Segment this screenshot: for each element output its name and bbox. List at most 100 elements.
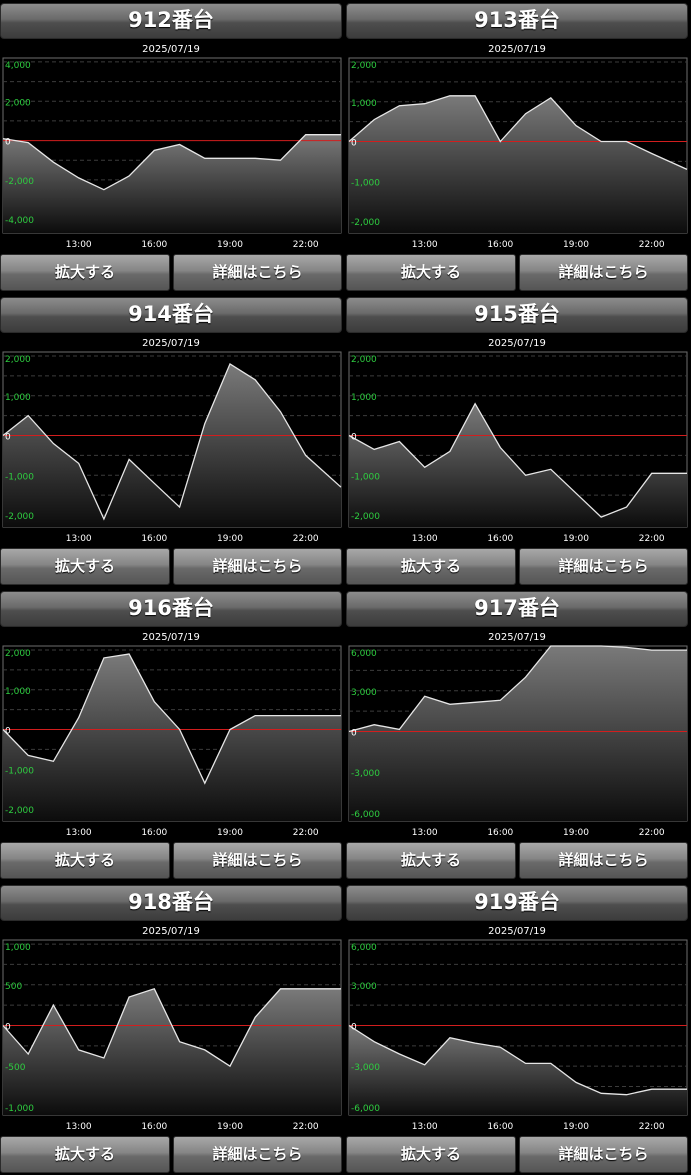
chart-date: 2025/07/19 — [488, 926, 546, 937]
machine-panel: 914番台 2025/07/19 2,000 1,000 0 -1,000 -2,000 13… — [0, 294, 342, 585]
x-tick-label: 22:00 — [293, 534, 319, 544]
detail-button[interactable]: 詳細はこちら — [173, 254, 342, 291]
machine-panel: 912番台 2025/07/19 4,000 2,000 0 -2,000 -4,000 13… — [0, 0, 342, 291]
slump-chart: 6,000 3,000 0 -3,000 -6,000 13:00 16:00 19:00 22… — [346, 644, 688, 840]
y-tick-label: 0 — [351, 433, 357, 443]
zoom-button[interactable]: 拡大する — [346, 548, 516, 585]
x-tick-label: 13:00 — [66, 534, 92, 544]
y-tick-label: -500 — [5, 1063, 26, 1073]
y-tick-label: 1,000 — [351, 99, 377, 109]
y-tick-label: 2,000 — [5, 649, 31, 659]
detail-button[interactable]: 詳細はこちら — [519, 548, 688, 585]
chart-date: 2025/07/19 — [488, 338, 546, 349]
detail-button[interactable]: 詳細はこちら — [173, 1136, 342, 1173]
x-tick-label: 13:00 — [66, 240, 92, 250]
y-tick-label: 2,000 — [5, 98, 31, 108]
zoom-button[interactable]: 拡大する — [346, 842, 516, 879]
y-tick-label: -6,000 — [351, 1104, 380, 1114]
x-tick-label: 19:00 — [563, 534, 589, 544]
y-tick-label: 0 — [351, 139, 357, 149]
zoom-button[interactable]: 拡大する — [346, 1136, 516, 1173]
x-tick-label: 19:00 — [217, 534, 243, 544]
chart-date: 2025/07/19 — [488, 44, 546, 55]
x-tick-label: 13:00 — [412, 828, 438, 838]
detail-button[interactable]: 詳細はこちら — [173, 842, 342, 879]
x-tick-label: 19:00 — [217, 240, 243, 250]
y-tick-label: 0 — [5, 433, 11, 443]
zoom-button[interactable]: 拡大する — [346, 254, 516, 291]
x-tick-label: 13:00 — [66, 828, 92, 838]
machine-title: 914番台 — [0, 297, 342, 333]
machine-panel: 915番台 2025/07/19 2,000 1,000 0 -1,000 -2,000 13… — [346, 294, 688, 585]
x-tick-label: 16:00 — [141, 828, 167, 838]
y-tick-label: 0 — [5, 727, 11, 737]
machine-title: 916番台 — [0, 591, 342, 627]
detail-button[interactable]: 詳細はこちら — [519, 1136, 688, 1173]
y-tick-label: 0 — [5, 1023, 11, 1033]
x-tick-label: 22:00 — [639, 240, 665, 250]
y-tick-label: 0 — [5, 138, 11, 148]
x-tick-label: 19:00 — [563, 240, 589, 250]
y-tick-label: -3,000 — [351, 769, 380, 779]
chart-date: 2025/07/19 — [488, 632, 546, 643]
x-tick-label: 22:00 — [293, 1122, 319, 1132]
slump-chart: 4,000 2,000 0 -2,000 -4,000 13:00 16:00 19:00 22… — [0, 56, 342, 252]
slump-chart: 2,000 1,000 0 -1,000 -2,000 13:00 16:00 19:00 22… — [0, 644, 342, 840]
slump-chart: 1,000 500 0 -500 -1,000 13:00 16:00 19:00 22:00 — [0, 938, 342, 1134]
x-tick-label: 13:00 — [412, 1122, 438, 1132]
y-tick-label: -2,000 — [5, 512, 34, 522]
machine-panel: 918番台 2025/07/19 1,000 500 0 -500 -1,000 13:00 1… — [0, 882, 342, 1173]
y-tick-label: -1,000 — [5, 766, 34, 776]
zoom-button[interactable]: 拡大する — [0, 254, 170, 291]
zoom-button[interactable]: 拡大する — [0, 548, 170, 585]
y-tick-label: -3,000 — [351, 1063, 380, 1073]
x-tick-label: 16:00 — [141, 240, 167, 250]
machine-panel: 916番台 2025/07/19 2,000 1,000 0 -1,000 -2,000 13… — [0, 588, 342, 879]
y-tick-label: -6,000 — [351, 810, 380, 820]
y-tick-label: 0 — [351, 1023, 357, 1033]
zoom-button[interactable]: 拡大する — [0, 842, 170, 879]
chart-date: 2025/07/19 — [142, 632, 200, 643]
x-tick-label: 13:00 — [412, 240, 438, 250]
detail-button[interactable]: 詳細はこちら — [519, 842, 688, 879]
y-tick-label: -1,000 — [351, 472, 380, 482]
y-tick-label: 3,000 — [351, 688, 377, 698]
x-tick-label: 19:00 — [563, 828, 589, 838]
y-tick-label: 2,000 — [351, 61, 377, 71]
y-tick-label: 4,000 — [5, 61, 31, 71]
y-tick-label: 2,000 — [351, 355, 377, 365]
y-tick-label: -1,000 — [5, 1104, 34, 1114]
x-tick-label: 22:00 — [639, 534, 665, 544]
x-tick-label: 19:00 — [217, 828, 243, 838]
chart-date: 2025/07/19 — [142, 926, 200, 937]
y-tick-label: 1,000 — [5, 943, 31, 953]
y-tick-label: -2,000 — [5, 177, 34, 187]
zoom-button[interactable]: 拡大する — [0, 1136, 170, 1173]
chart-date: 2025/07/19 — [142, 44, 200, 55]
x-tick-label: 22:00 — [639, 828, 665, 838]
y-tick-label: 6,000 — [351, 943, 377, 953]
machine-title: 912番台 — [0, 3, 342, 39]
machine-panel: 917番台 2025/07/19 6,000 3,000 0 -3,000 -6,000 13… — [346, 588, 688, 879]
machine-panel: 913番台 2025/07/19 2,000 1,000 0 -1,000 -2,000 13… — [346, 0, 688, 291]
x-tick-label: 19:00 — [563, 1122, 589, 1132]
slump-chart: 2,000 1,000 0 -1,000 -2,000 13:00 16:00 19:00 22… — [0, 350, 342, 546]
machine-title: 918番台 — [0, 885, 342, 921]
y-tick-label: 1,000 — [5, 687, 31, 697]
x-tick-label: 16:00 — [141, 1122, 167, 1132]
machine-panel: 919番台 2025/07/19 6,000 3,000 0 -3,000 -6,000 13… — [346, 882, 688, 1173]
x-tick-label: 22:00 — [293, 240, 319, 250]
y-tick-label: -1,000 — [5, 472, 34, 482]
x-tick-label: 16:00 — [487, 1122, 513, 1132]
y-tick-label: 3,000 — [351, 982, 377, 992]
chart-date: 2025/07/19 — [142, 338, 200, 349]
detail-button[interactable]: 詳細はこちら — [519, 254, 688, 291]
slump-chart: 2,000 1,000 0 -1,000 -2,000 13:00 16:00 19:00 22… — [346, 56, 688, 252]
x-tick-label: 19:00 — [217, 1122, 243, 1132]
y-tick-label: -4,000 — [5, 216, 34, 226]
x-tick-label: 16:00 — [487, 828, 513, 838]
detail-button[interactable]: 詳細はこちら — [173, 548, 342, 585]
y-tick-label: 1,000 — [5, 393, 31, 403]
x-tick-label: 13:00 — [66, 1122, 92, 1132]
machine-title: 915番台 — [346, 297, 688, 333]
